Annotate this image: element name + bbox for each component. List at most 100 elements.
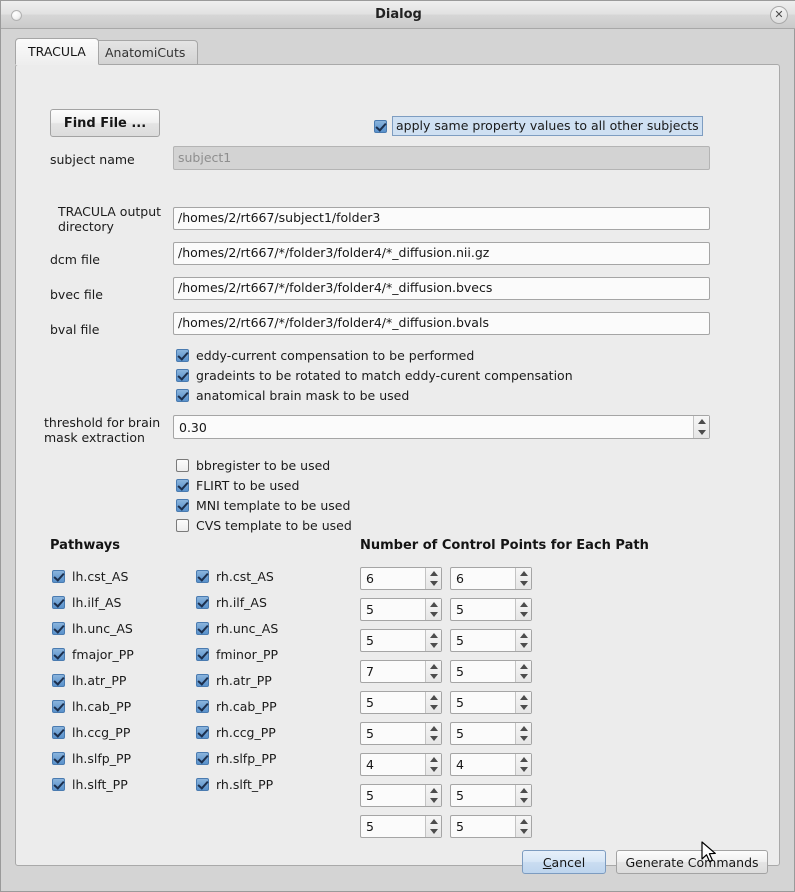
control-points-right-3-spinner[interactable]: 5 [450, 660, 532, 683]
spinner-down-icon[interactable] [516, 765, 531, 776]
control-points-left-2-value[interactable]: 5 [361, 630, 425, 651]
control-points-left-5-value[interactable]: 5 [361, 723, 425, 744]
close-icon[interactable]: ✕ [770, 6, 788, 24]
find-file-button[interactable]: Find File ... [50, 109, 160, 137]
cvs-template-checkbox[interactable]: CVS template to be used [176, 518, 352, 533]
gradients-rotated-checkbox[interactable]: gradeints to be rotated to match eddy-cu… [176, 368, 573, 383]
spinner-up-icon[interactable] [426, 568, 441, 579]
spinner-down-icon[interactable] [426, 734, 441, 745]
control-points-right-7-spinner[interactable]: 5 [450, 784, 532, 807]
subject-name-field[interactable]: subject1 [173, 146, 710, 170]
pathway-lh-cst-as-checkbox[interactable]: lh.cst_AS [52, 569, 128, 584]
control-points-right-8-spinner[interactable]: 5 [450, 815, 532, 838]
pathway-fminor-pp-checkbox[interactable]: fminor_PP [196, 647, 278, 662]
control-points-left-8-spinner[interactable]: 5 [360, 815, 442, 838]
pathway-lh-unc-as-checkbox[interactable]: lh.unc_AS [52, 621, 133, 636]
spinner-down-icon[interactable] [516, 610, 531, 621]
mni-template-checkbox[interactable]: MNI template to be used [176, 498, 350, 513]
control-points-right-5-value[interactable]: 5 [451, 723, 515, 744]
bval-file-field[interactable]: /homes/2/rt667/*/folder3/folder4/*_diffu… [173, 312, 710, 335]
cancel-button[interactable]: Cancel [522, 850, 606, 874]
spinner-up-icon[interactable] [426, 754, 441, 765]
tab-tracula[interactable]: TRACULA [15, 38, 99, 65]
control-points-right-8-value[interactable]: 5 [451, 816, 515, 837]
eddy-current-compensation-checkbox[interactable]: eddy-current compensation to be performe… [176, 348, 474, 363]
control-points-right-5-spinner[interactable]: 5 [450, 722, 532, 745]
generate-commands-button[interactable]: Generate Commands [616, 850, 768, 874]
spinner-down-icon[interactable] [426, 610, 441, 621]
spinner-up-icon[interactable] [516, 754, 531, 765]
control-points-left-7-value[interactable]: 5 [361, 785, 425, 806]
control-points-left-2-spinner[interactable]: 5 [360, 629, 442, 652]
control-points-left-3-spinner[interactable]: 7 [360, 660, 442, 683]
spinner-up-icon[interactable] [694, 416, 709, 427]
control-points-right-7-value[interactable]: 5 [451, 785, 515, 806]
control-points-right-6-spinner[interactable]: 4 [450, 753, 532, 776]
pathway-rh-cab-pp-checkbox[interactable]: rh.cab_PP [196, 699, 277, 714]
spinner-down-icon[interactable] [516, 796, 531, 807]
threshold-spinner[interactable]: 0.30 [173, 415, 710, 439]
control-points-left-1-spinner[interactable]: 5 [360, 598, 442, 621]
control-points-right-0-value[interactable]: 6 [451, 568, 515, 589]
spinner-down-icon[interactable] [426, 703, 441, 714]
spinner-up-icon[interactable] [426, 630, 441, 641]
control-points-left-3-value[interactable]: 7 [361, 661, 425, 682]
spinner-up-icon[interactable] [516, 816, 531, 827]
spinner-down-icon[interactable] [694, 427, 709, 438]
pathway-rh-ccg-pp-checkbox[interactable]: rh.ccg_PP [196, 725, 276, 740]
control-points-right-1-value[interactable]: 5 [451, 599, 515, 620]
spinner-up-icon[interactable] [426, 692, 441, 703]
output-directory-field[interactable]: /homes/2/rt667/subject1/folder3 [173, 207, 710, 230]
spinner-up-icon[interactable] [516, 692, 531, 703]
threshold-value[interactable]: 0.30 [174, 416, 693, 438]
spinner-down-icon[interactable] [426, 579, 441, 590]
spinner-up-icon[interactable] [516, 785, 531, 796]
pathway-rh-slft-pp-checkbox[interactable]: rh.slft_PP [196, 777, 273, 792]
spinner-up-icon[interactable] [516, 568, 531, 579]
pathway-rh-ilf-as-checkbox[interactable]: rh.ilf_AS [196, 595, 267, 610]
pathway-rh-cst-as-checkbox[interactable]: rh.cst_AS [196, 569, 274, 584]
control-points-right-4-spinner[interactable]: 5 [450, 691, 532, 714]
pathway-rh-slfp-pp-checkbox[interactable]: rh.slfp_PP [196, 751, 276, 766]
pathway-rh-unc-as-checkbox[interactable]: rh.unc_AS [196, 621, 278, 636]
pathway-lh-atr-pp-checkbox[interactable]: lh.atr_PP [52, 673, 126, 688]
control-points-right-2-spinner[interactable]: 5 [450, 629, 532, 652]
pathway-lh-slft-pp-checkbox[interactable]: lh.slft_PP [52, 777, 128, 792]
spinner-down-icon[interactable] [516, 641, 531, 652]
control-points-right-2-value[interactable]: 5 [451, 630, 515, 651]
spinner-up-icon[interactable] [426, 816, 441, 827]
pathway-lh-ccg-pp-checkbox[interactable]: lh.ccg_PP [52, 725, 130, 740]
pathway-lh-cab-pp-checkbox[interactable]: lh.cab_PP [52, 699, 131, 714]
spinner-up-icon[interactable] [516, 630, 531, 641]
control-points-right-6-value[interactable]: 4 [451, 754, 515, 775]
spinner-down-icon[interactable] [426, 796, 441, 807]
control-points-left-7-spinner[interactable]: 5 [360, 784, 442, 807]
control-points-right-1-spinner[interactable]: 5 [450, 598, 532, 621]
control-points-right-3-value[interactable]: 5 [451, 661, 515, 682]
bbregister-checkbox[interactable]: bbregister to be used [176, 458, 330, 473]
spinner-down-icon[interactable] [426, 765, 441, 776]
pathway-lh-ilf-as-checkbox[interactable]: lh.ilf_AS [52, 595, 121, 610]
control-points-left-0-value[interactable]: 6 [361, 568, 425, 589]
control-points-left-0-spinner[interactable]: 6 [360, 567, 442, 590]
spinner-up-icon[interactable] [516, 599, 531, 610]
dcm-file-field[interactable]: /homes/2/rt667/*/folder3/folder4/*_diffu… [173, 242, 710, 265]
spinner-up-icon[interactable] [426, 661, 441, 672]
spinner-down-icon[interactable] [426, 672, 441, 683]
spinner-down-icon[interactable] [516, 734, 531, 745]
spinner-down-icon[interactable] [516, 827, 531, 838]
control-points-left-1-value[interactable]: 5 [361, 599, 425, 620]
spinner-up-icon[interactable] [516, 723, 531, 734]
control-points-left-4-value[interactable]: 5 [361, 692, 425, 713]
control-points-right-0-spinner[interactable]: 6 [450, 567, 532, 590]
control-points-left-6-value[interactable]: 4 [361, 754, 425, 775]
spinner-down-icon[interactable] [426, 827, 441, 838]
bvec-file-field[interactable]: /homes/2/rt667/*/folder3/folder4/*_diffu… [173, 277, 710, 300]
control-points-left-4-spinner[interactable]: 5 [360, 691, 442, 714]
pathway-fmajor-pp-checkbox[interactable]: fmajor_PP [52, 647, 134, 662]
flirt-checkbox[interactable]: FLIRT to be used [176, 478, 299, 493]
pathway-lh-slfp-pp-checkbox[interactable]: lh.slfp_PP [52, 751, 131, 766]
tab-anatomicuts[interactable]: AnatomiCuts [92, 40, 198, 65]
spinner-down-icon[interactable] [516, 672, 531, 683]
spinner-down-icon[interactable] [516, 579, 531, 590]
